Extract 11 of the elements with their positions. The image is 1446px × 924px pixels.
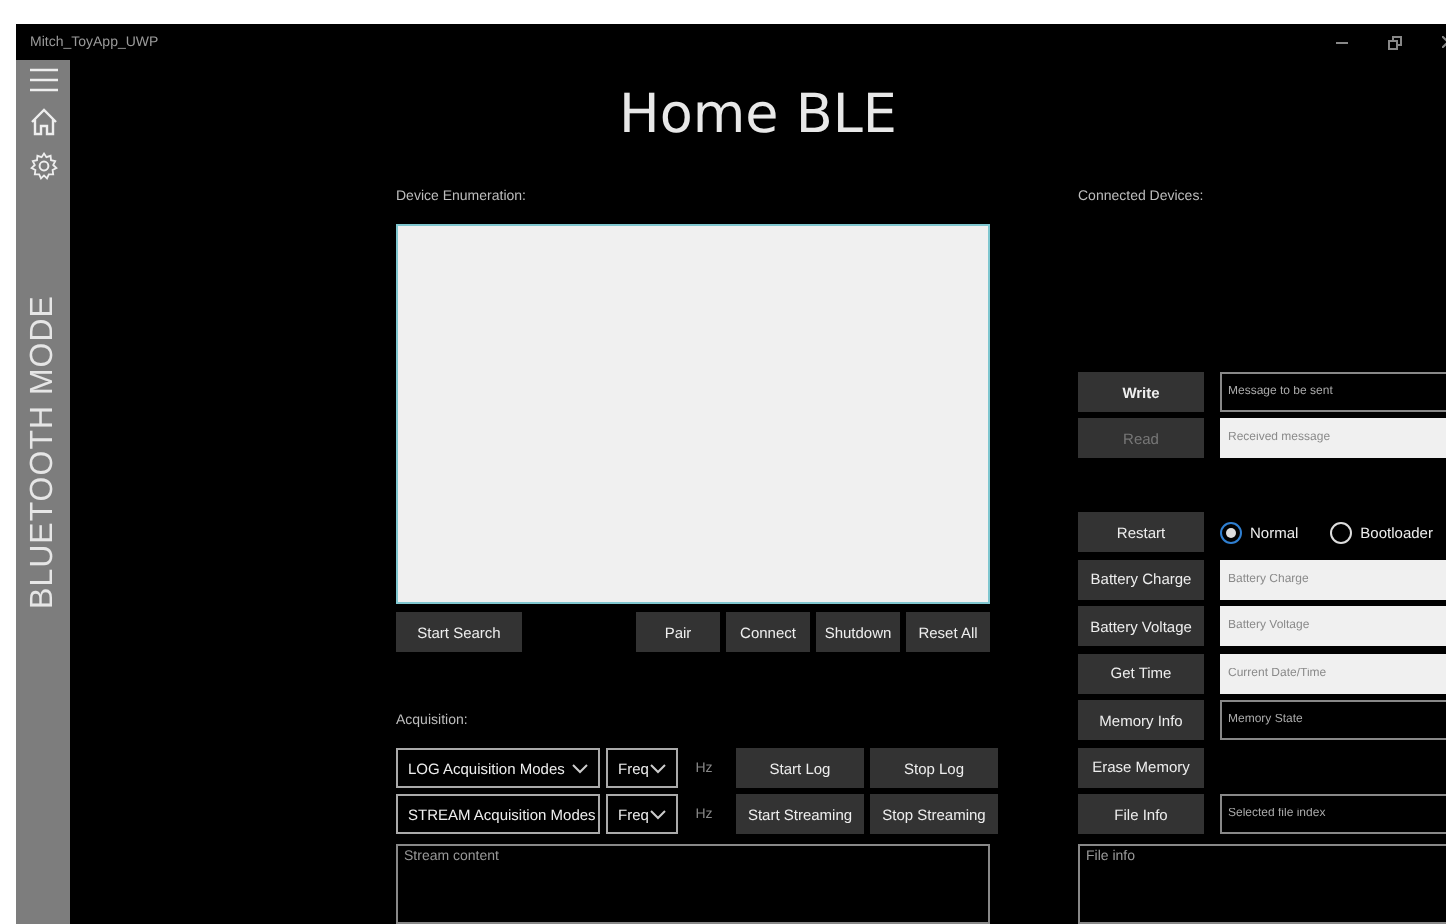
- mode-label: BLUETOOTH MODE: [25, 295, 61, 609]
- settings-icon[interactable]: [29, 152, 57, 180]
- home-icon[interactable]: [29, 108, 57, 136]
- chevron-icon: [650, 763, 666, 773]
- minimize-icon[interactable]: [1336, 41, 1348, 43]
- restore-icon[interactable]: [1388, 35, 1402, 49]
- radio-button[interactable]: [1220, 521, 1242, 543]
- page-title: Home BLE: [617, 84, 899, 150]
- chevron-icon: [650, 809, 666, 819]
- chevron-icon: [572, 763, 588, 773]
- menu-icon[interactable]: [29, 68, 57, 92]
